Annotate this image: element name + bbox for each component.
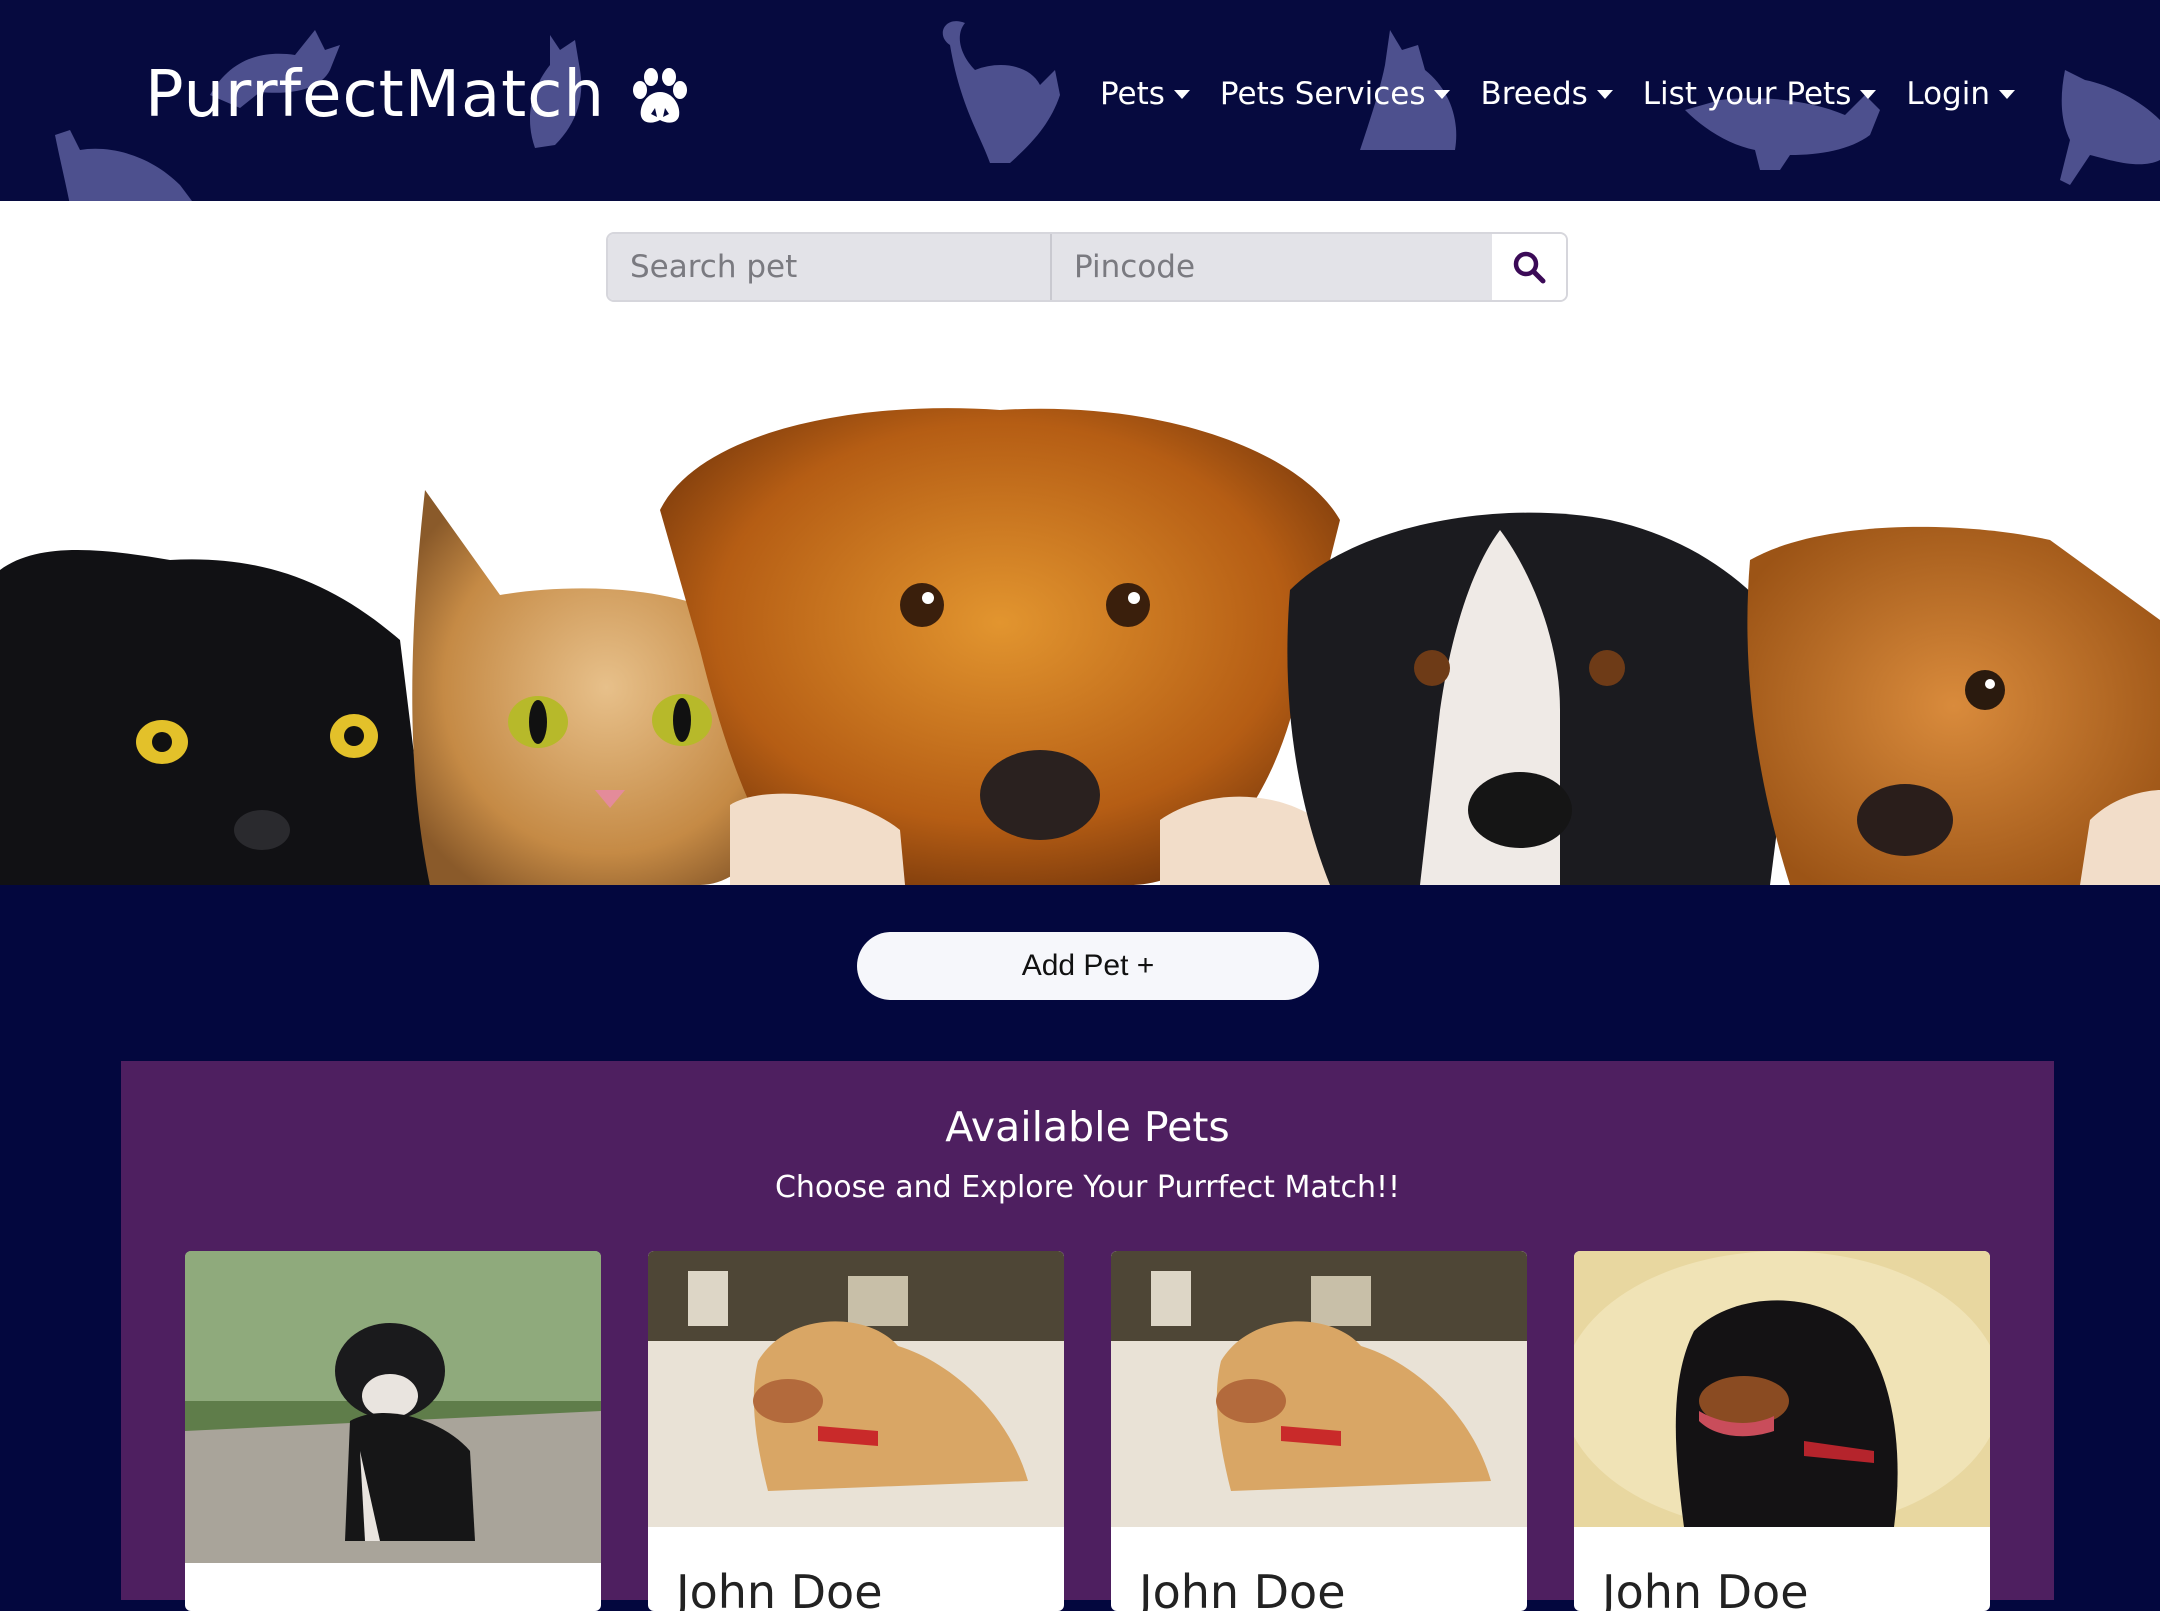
pet-card[interactable]: John Doe <box>1111 1251 1527 1611</box>
pet-photo <box>648 1251 1064 1527</box>
nav-breeds-label: Breeds <box>1480 76 1588 112</box>
nav-pets-services-label: Pets Services <box>1219 76 1426 112</box>
nav-pets-label: Pets <box>1099 76 1165 112</box>
pincode-input[interactable] <box>1050 234 1492 300</box>
nav-breeds-dropdown[interactable]: Breeds <box>1480 76 1613 112</box>
caret-down-icon <box>1596 89 1613 99</box>
pet-card[interactable]: John Doe <box>648 1251 1064 1611</box>
add-pet-button[interactable]: Add Pet + <box>857 932 1319 1000</box>
pet-photo <box>185 1251 601 1563</box>
cat-silhouette-decoration <box>942 21 1060 164</box>
caret-down-icon <box>1173 89 1190 99</box>
nav-pets-services-dropdown[interactable]: Pets Services <box>1220 76 1451 112</box>
paw-icon <box>633 68 687 123</box>
navbar: PurrfectMatch Pets Pets Services Breeds … <box>0 0 2160 201</box>
pet-name: John Doe <box>676 1565 883 1611</box>
brand-name: PurrfectMatch <box>145 58 605 132</box>
nav-list-your-pets-label: List your Pets <box>1642 76 1852 112</box>
section-subtitle: Choose and Explore Your Purrfect Match!! <box>774 1170 1401 1205</box>
pet-photo <box>1574 1251 1990 1527</box>
caret-down-icon <box>1999 89 2015 99</box>
nav-login-dropdown[interactable]: Login <box>1906 76 2015 112</box>
cat-silhouette-decoration <box>55 130 192 201</box>
pet-card[interactable]: John Doe <box>1574 1251 1990 1611</box>
brand-logo[interactable]: PurrfectMatch <box>145 58 693 132</box>
pet-name: John Doe <box>1139 1565 1346 1611</box>
caret-down-icon <box>1434 89 1451 99</box>
pet-name: John Doe <box>1602 1565 1809 1611</box>
available-pets-section: Available Pets Choose and Explore Your P… <box>121 1061 2054 1611</box>
nav-pets-dropdown[interactable]: Pets <box>1100 76 1190 112</box>
dog-silhouette-decoration <box>2060 70 2160 185</box>
pet-photo <box>1111 1251 1527 1527</box>
search-icon <box>1513 251 1546 284</box>
pet-card[interactable] <box>185 1251 601 1611</box>
nav-list-your-pets-dropdown[interactable]: List your Pets <box>1643 76 1877 112</box>
search-button[interactable] <box>1492 234 1566 300</box>
nav-login-label: Login <box>1906 76 1990 112</box>
search-bar <box>606 232 1568 302</box>
caret-down-icon <box>1860 89 1877 99</box>
hero-pets-banner <box>0 408 2160 885</box>
search-pet-input[interactable] <box>608 234 1050 300</box>
nav-menu: Pets Pets Services Breeds List your Pets… <box>1100 76 2015 112</box>
section-title: Available Pets <box>945 1103 1230 1151</box>
